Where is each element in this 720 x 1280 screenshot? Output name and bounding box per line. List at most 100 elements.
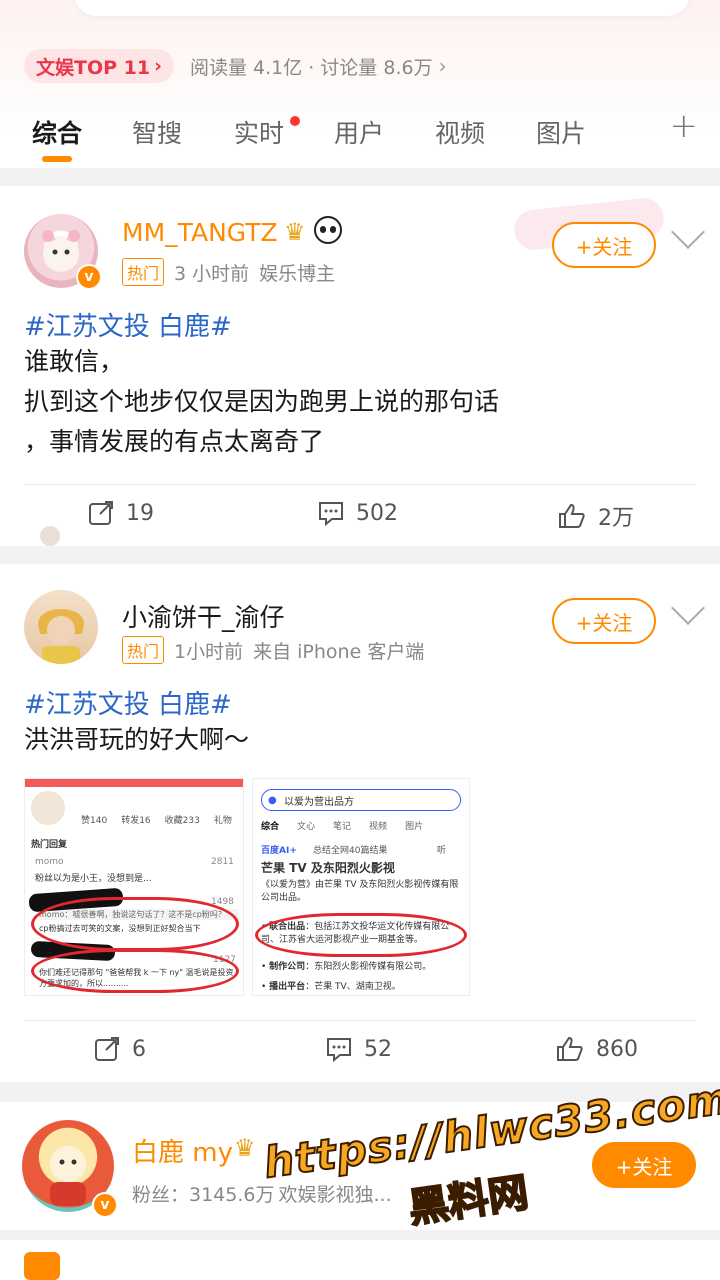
- avatar[interactable]: [24, 590, 98, 664]
- rank-badge[interactable]: 文娱TOP 11 ›: [24, 49, 174, 83]
- comment-button[interactable]: 502: [318, 500, 398, 526]
- anime-avatar-icon: [31, 791, 65, 825]
- tab-bar: 综合 智搜 实时 用户 视频 图片 +: [0, 104, 720, 168]
- search-bar[interactable]: [74, 0, 690, 16]
- comment-text: 粉丝以为是小王，没想到是...: [35, 874, 152, 884]
- comment-count: 502: [356, 500, 398, 526]
- username[interactable]: MM_TANGTZ: [122, 218, 278, 247]
- chevron-down-icon[interactable]: [671, 215, 705, 249]
- follow-button[interactable]: +关注: [552, 598, 656, 644]
- stat-reposts: 转发16: [121, 816, 151, 826]
- image-tab: 笔记: [333, 822, 352, 832]
- divider: [24, 484, 696, 485]
- like-button[interactable]: 860: [556, 1036, 638, 1062]
- image-tab: 文心: [297, 822, 316, 832]
- topic-link[interactable]: #江苏文投 白鹿#: [24, 684, 232, 721]
- small-avatar-icon: [40, 526, 60, 546]
- image-answer-p3: • 制作公司：东阳烈火影视传媒有限公司。: [261, 962, 432, 972]
- username[interactable]: 白鹿 my: [132, 1132, 233, 1169]
- listen-button: 听: [437, 846, 447, 856]
- user-description: 欢娱影视独...: [278, 1184, 392, 1206]
- verified-badge-icon: v: [92, 1192, 118, 1218]
- post-body: 谁敢信， 扒到这个地步仅仅是因为跑男上说的那句话 ，事情发展的有点太离奇了: [24, 342, 499, 462]
- post-line: 洪洪哥玩的好大啊～: [24, 725, 250, 754]
- repost-count: 19: [126, 500, 154, 526]
- tab-video[interactable]: 视频: [435, 114, 485, 150]
- attached-image-search[interactable]: ● 以爱为营出品方 综合 文心 笔记 视频 图片 百度AI+ 总结全网40篇结果…: [252, 778, 470, 996]
- image-tab: 图片: [405, 822, 424, 832]
- post-card: 小渝饼干_渝仔 热门 1小时前 来自 iPhone 客户端 +关注 #江苏文投 …: [0, 564, 720, 1082]
- tab-general[interactable]: 综合: [32, 114, 82, 150]
- tab-smart-search[interactable]: 智搜: [132, 114, 182, 150]
- follow-button[interactable]: +关注: [592, 1142, 696, 1188]
- post-body: 洪洪哥玩的好大啊～: [24, 720, 249, 760]
- action-bar: 6 52 860: [0, 1022, 720, 1082]
- fans-count: 粉丝：3145.6万: [132, 1184, 275, 1206]
- tab-realtime[interactable]: 实时: [234, 114, 284, 150]
- repost-button[interactable]: 19: [88, 500, 154, 526]
- chevron-down-icon[interactable]: [671, 591, 705, 625]
- notification-dot: [290, 116, 300, 126]
- comment-icon: [319, 502, 343, 526]
- post-source: 来自 iPhone 客户端: [253, 640, 425, 663]
- post-line: 谁敢信，: [24, 347, 125, 376]
- label: 播出平台: [269, 982, 306, 992]
- rank-row[interactable]: 文娱TOP 11 › 阅读量 4.1亿 · 讨论量 8.6万 ›: [24, 48, 447, 84]
- image-tab: 综合: [261, 822, 280, 832]
- rank-stats: 阅读量 4.1亿 · 讨论量 8.6万 ›: [190, 53, 447, 80]
- hot-tag: 热门: [122, 636, 165, 664]
- like-count: 2万: [598, 506, 634, 531]
- attached-image-comments[interactable]: 赞140 转发16 收藏233 礼物 热门回复 momo 2811 粉丝以为是小…: [24, 778, 244, 996]
- verified-badge-icon: v: [76, 264, 102, 290]
- tab-underline: [42, 156, 72, 162]
- stat-gifts: 礼物: [213, 816, 232, 826]
- crown-icon: ♛: [234, 1134, 256, 1162]
- repost-count: 6: [132, 1036, 146, 1062]
- ai-logo-icon: 百度AI+: [261, 846, 297, 856]
- rank-stats-text: 阅读量 4.1亿 · 讨论量 8.6万: [189, 56, 433, 79]
- image-stats-row: 赞140 转发16 收藏233 礼物: [81, 813, 232, 826]
- topic-link[interactable]: #江苏文投 白鹿#: [24, 306, 232, 343]
- ai-summary-line: 总结全网40篇结果: [313, 846, 388, 856]
- image-search-text: 以爱为营出品方: [284, 796, 354, 808]
- follow-button[interactable]: +关注: [552, 222, 656, 268]
- post-meta: 热门 3 小时前 娱乐博主: [122, 258, 335, 286]
- thumbs-up-icon: [557, 1036, 583, 1061]
- post-card: v MM_TANGTZ ♛ 热门 3 小时前 娱乐博主 +关注 #江苏文投 白鹿…: [0, 186, 720, 546]
- image-header-bar: [25, 779, 243, 787]
- user-card-meta: 粉丝：3145.6万 欢娱影视独...: [132, 1180, 392, 1207]
- stat-likes: 赞140: [81, 816, 108, 826]
- super-topic-icon: [24, 1252, 60, 1280]
- post-source: 娱乐博主: [259, 262, 336, 285]
- highlight-oval: [255, 913, 467, 957]
- tab-images[interactable]: 图片: [536, 114, 586, 150]
- repost-icon: [89, 501, 113, 525]
- comment-icon: [327, 1038, 351, 1062]
- comment-button[interactable]: 52: [326, 1036, 392, 1062]
- crown-icon: ♛: [284, 218, 306, 246]
- action-bar: 19 502 2万: [0, 486, 720, 546]
- post-time: 3 小时前: [174, 262, 250, 285]
- image-tabs: 综合 文心 笔记 视频 图片: [261, 819, 423, 832]
- divider: [24, 1020, 696, 1021]
- thumbs-up-icon: [559, 503, 585, 528]
- post-line: ，事情发展的有点太离奇了: [24, 427, 325, 456]
- comment-count: 2811: [211, 857, 234, 867]
- rank-badge-label: 文娱TOP 11: [36, 56, 151, 79]
- super-topic-row[interactable]: [0, 1240, 720, 1280]
- image-answer-p1: 《以爱为营》由芒果 TV 及东阳烈火影视传媒有限公司出品。: [261, 880, 459, 903]
- image-tab: 视频: [369, 822, 388, 832]
- panda-icon: [314, 216, 342, 244]
- username[interactable]: 小渝饼干_渝仔: [122, 598, 285, 634]
- highlight-oval: [31, 949, 239, 993]
- repost-button[interactable]: 6: [94, 1036, 146, 1062]
- tab-users[interactable]: 用户: [334, 114, 384, 150]
- like-button[interactable]: 2万: [558, 500, 634, 532]
- label: 制作公司: [269, 962, 306, 972]
- chevron-right-icon: ›: [154, 55, 162, 77]
- comment-count: 52: [364, 1036, 392, 1062]
- hot-tag: 热门: [122, 258, 165, 286]
- post-meta: 热门 1小时前 来自 iPhone 客户端: [122, 636, 424, 664]
- image-answer-p4: • 播出平台：芒果 TV、湖南卫视。: [261, 982, 401, 992]
- plus-icon[interactable]: +: [670, 106, 699, 146]
